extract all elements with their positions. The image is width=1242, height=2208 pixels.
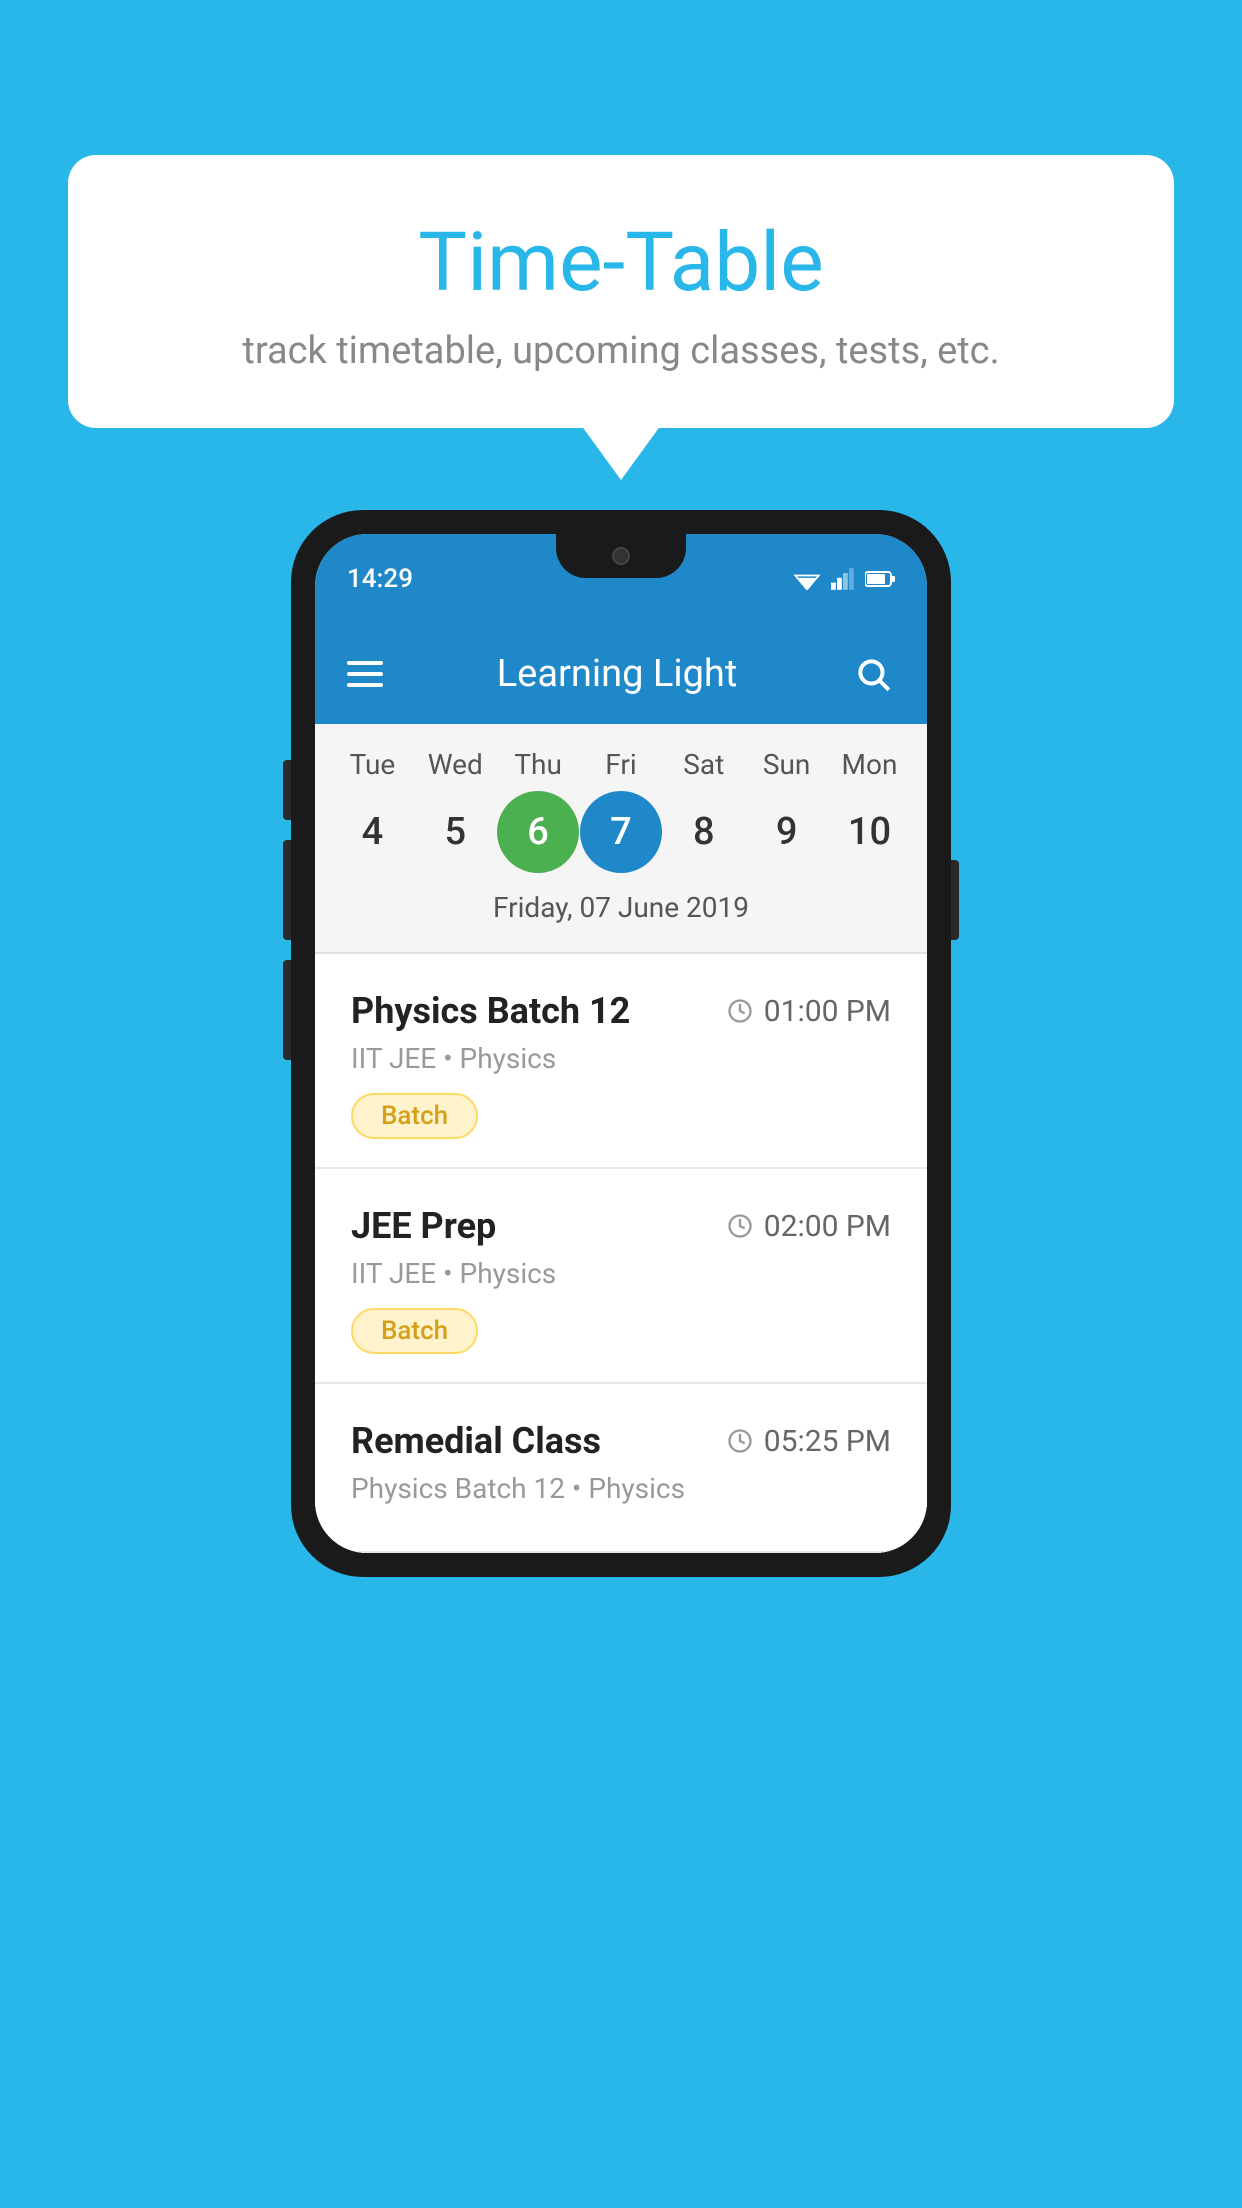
search-icon — [854, 655, 892, 693]
speech-bubble-container: Time-Table track timetable, upcoming cla… — [68, 155, 1174, 428]
class-list: Physics Batch 12 01:00 PM IIT JEE • Phys… — [315, 954, 927, 1553]
wifi-icon — [793, 568, 821, 590]
class-meta: IIT JEE • Physics — [351, 1042, 891, 1075]
day-number[interactable]: 8 — [663, 791, 745, 873]
volume-silent-button — [283, 760, 291, 820]
hamburger-menu-button[interactable] — [347, 661, 383, 687]
battery-icon — [865, 568, 895, 590]
calendar-strip: TueWedThuFriSatSunMon 45678910 Friday, 0… — [315, 724, 927, 952]
status-icons — [793, 568, 895, 590]
day-label: Mon — [828, 748, 910, 781]
bubble-title: Time-Table — [118, 215, 1124, 311]
class-item[interactable]: Physics Batch 12 01:00 PM IIT JEE • Phys… — [315, 954, 927, 1169]
day-number[interactable]: 6 — [497, 791, 579, 873]
bubble-subtitle: track timetable, upcoming classes, tests… — [118, 329, 1124, 373]
class-name: Physics Batch 12 — [351, 990, 630, 1032]
search-button[interactable] — [851, 652, 895, 696]
speech-bubble: Time-Table track timetable, upcoming cla… — [68, 155, 1174, 428]
day-number[interactable]: 10 — [828, 791, 910, 873]
day-label: Thu — [497, 748, 579, 781]
day-label: Fri — [580, 748, 662, 781]
status-time: 14:29 — [347, 564, 413, 594]
phone-frame: 14:29 — [291, 510, 951, 1577]
class-meta: IIT JEE • Physics — [351, 1257, 891, 1290]
class-name: JEE Prep — [351, 1205, 496, 1247]
volume-down-button — [283, 960, 291, 1060]
day-label: Sat — [663, 748, 745, 781]
phone-container: 14:29 — [291, 510, 951, 1577]
batch-badge: Batch — [351, 1308, 478, 1354]
signal-icon — [831, 568, 855, 590]
class-time: 02:00 PM — [726, 1209, 891, 1244]
notch — [556, 534, 686, 578]
day-number[interactable]: 7 — [580, 791, 662, 873]
class-item[interactable]: JEE Prep 02:00 PM IIT JEE • Physics Batc… — [315, 1169, 927, 1384]
day-labels: TueWedThuFriSatSunMon — [315, 748, 927, 781]
day-number[interactable]: 9 — [746, 791, 828, 873]
day-number[interactable]: 5 — [414, 791, 496, 873]
app-bar: Learning Light — [315, 624, 927, 724]
front-camera — [612, 547, 630, 565]
status-bar: 14:29 — [315, 534, 927, 624]
date-display: Friday, 07 June 2019 — [315, 883, 927, 936]
day-numbers: 45678910 — [315, 791, 927, 873]
class-time: 05:25 PM — [726, 1424, 891, 1459]
clock-icon — [726, 1427, 754, 1455]
clock-icon — [726, 1212, 754, 1240]
app-title: Learning Light — [411, 652, 823, 696]
day-label: Wed — [414, 748, 496, 781]
batch-badge: Batch — [351, 1093, 478, 1139]
class-name: Remedial Class — [351, 1420, 601, 1462]
class-item[interactable]: Remedial Class 05:25 PM Physics Batch 12… — [315, 1384, 927, 1553]
volume-up-button — [283, 840, 291, 940]
class-time: 01:00 PM — [726, 994, 891, 1029]
day-label: Sun — [746, 748, 828, 781]
clock-icon — [726, 997, 754, 1025]
class-meta: Physics Batch 12 • Physics — [351, 1472, 891, 1505]
phone-screen: 14:29 — [315, 534, 927, 1553]
power-button — [951, 860, 959, 940]
day-label: Tue — [331, 748, 413, 781]
day-number[interactable]: 4 — [331, 791, 413, 873]
